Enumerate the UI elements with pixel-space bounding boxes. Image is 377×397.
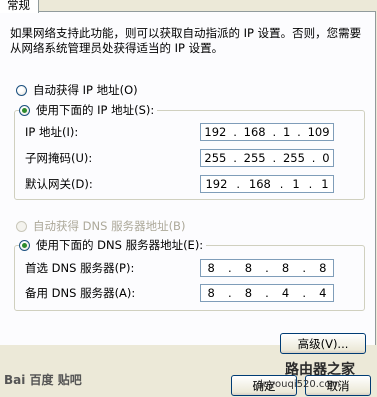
manual-dns-radio[interactable]: [19, 239, 30, 251]
auto-dns-option[interactable]: 自动获得 DNS 服务器地址(B): [16, 218, 185, 234]
ip-group: 使用下面的 IP 地址(S): IP 地址(I): 192. 168. 1. 1…: [14, 102, 365, 200]
pdns-octet-4: 8: [319, 261, 327, 275]
auto-ip-label: 自动获得 IP 地址(O): [33, 83, 138, 97]
gateway-octet-4: 1: [321, 177, 329, 191]
gateway-octet-3: 1: [292, 177, 300, 191]
site-watermark-cn: 路由器之家: [285, 362, 355, 378]
preferred-dns-input[interactable]: 8. 8. 8. 8: [200, 259, 334, 277]
auto-ip-radio[interactable]: [16, 84, 27, 96]
manual-ip-label: 使用下面的 IP 地址(S):: [36, 103, 155, 117]
dns-group: 使用下面的 DNS 服务器地址(E): 首选 DNS 服务器(P): 8. 8.…: [14, 237, 365, 311]
mask-octet-3: 255: [282, 151, 305, 165]
gateway-input[interactable]: 192. 168. 1. 1: [200, 175, 334, 193]
alternate-dns-label: 备用 DNS 服务器(A):: [25, 286, 136, 300]
ip-octet-1: 192: [204, 125, 227, 139]
subnet-mask-input[interactable]: 255. 255. 255. 0: [200, 149, 334, 167]
manual-ip-option[interactable]: 使用下面的 IP 地址(S):: [19, 102, 158, 118]
ip-address-input[interactable]: 192. 168. 1. 109: [200, 123, 334, 141]
pdns-octet-3: 8: [281, 261, 290, 275]
adns-octet-2: 8: [244, 286, 253, 300]
pdns-octet-2: 8: [244, 261, 253, 275]
pdns-octet-1: 8: [207, 261, 215, 275]
manual-dns-label: 使用下面的 DNS 服务器地址(E):: [36, 238, 204, 252]
adns-octet-3: 4: [281, 286, 290, 300]
baidu-watermark: Bai 百度 贴吧: [4, 373, 82, 387]
manual-ip-radio[interactable]: [19, 104, 30, 116]
mask-octet-4: 0: [322, 151, 330, 165]
advanced-button[interactable]: 高级(V)...: [280, 333, 366, 354]
adns-octet-4: 4: [319, 286, 327, 300]
ip-address-label: IP 地址(I):: [25, 125, 79, 139]
ip-octet-2: 168: [243, 125, 266, 139]
mask-octet-1: 255: [204, 151, 227, 165]
tab-general[interactable]: 常规: [0, 0, 39, 13]
auto-dns-label: 自动获得 DNS 服务器地址(B): [33, 219, 186, 233]
alternate-dns-input[interactable]: 8. 8. 4. 4: [200, 284, 334, 302]
subnet-mask-label: 子网掩码(U):: [25, 151, 93, 165]
ip-octet-4: 109: [307, 125, 330, 139]
properties-panel: 如果网络支持此功能，则可以获取自动指派的 IP 设置。否则，您需要从网络系统管理…: [0, 11, 376, 354]
adns-octet-1: 8: [207, 286, 215, 300]
gateway-octet-1: 192: [205, 177, 228, 191]
description-text: 如果网络支持此功能，则可以获取自动指派的 IP 设置。否则，您需要从网络系统管理…: [10, 26, 362, 55]
gateway-label: 默认网关(D):: [25, 177, 93, 191]
site-watermark-url: luyouqi520.com: [260, 379, 341, 390]
gateway-octet-2: 168: [248, 177, 271, 191]
auto-ip-option[interactable]: 自动获得 IP 地址(O): [16, 82, 138, 98]
ip-octet-3: 1: [282, 125, 291, 139]
manual-dns-option[interactable]: 使用下面的 DNS 服务器地址(E):: [19, 237, 207, 253]
auto-dns-radio[interactable]: [16, 220, 27, 232]
preferred-dns-label: 首选 DNS 服务器(P):: [25, 261, 135, 275]
mask-octet-2: 255: [243, 151, 266, 165]
